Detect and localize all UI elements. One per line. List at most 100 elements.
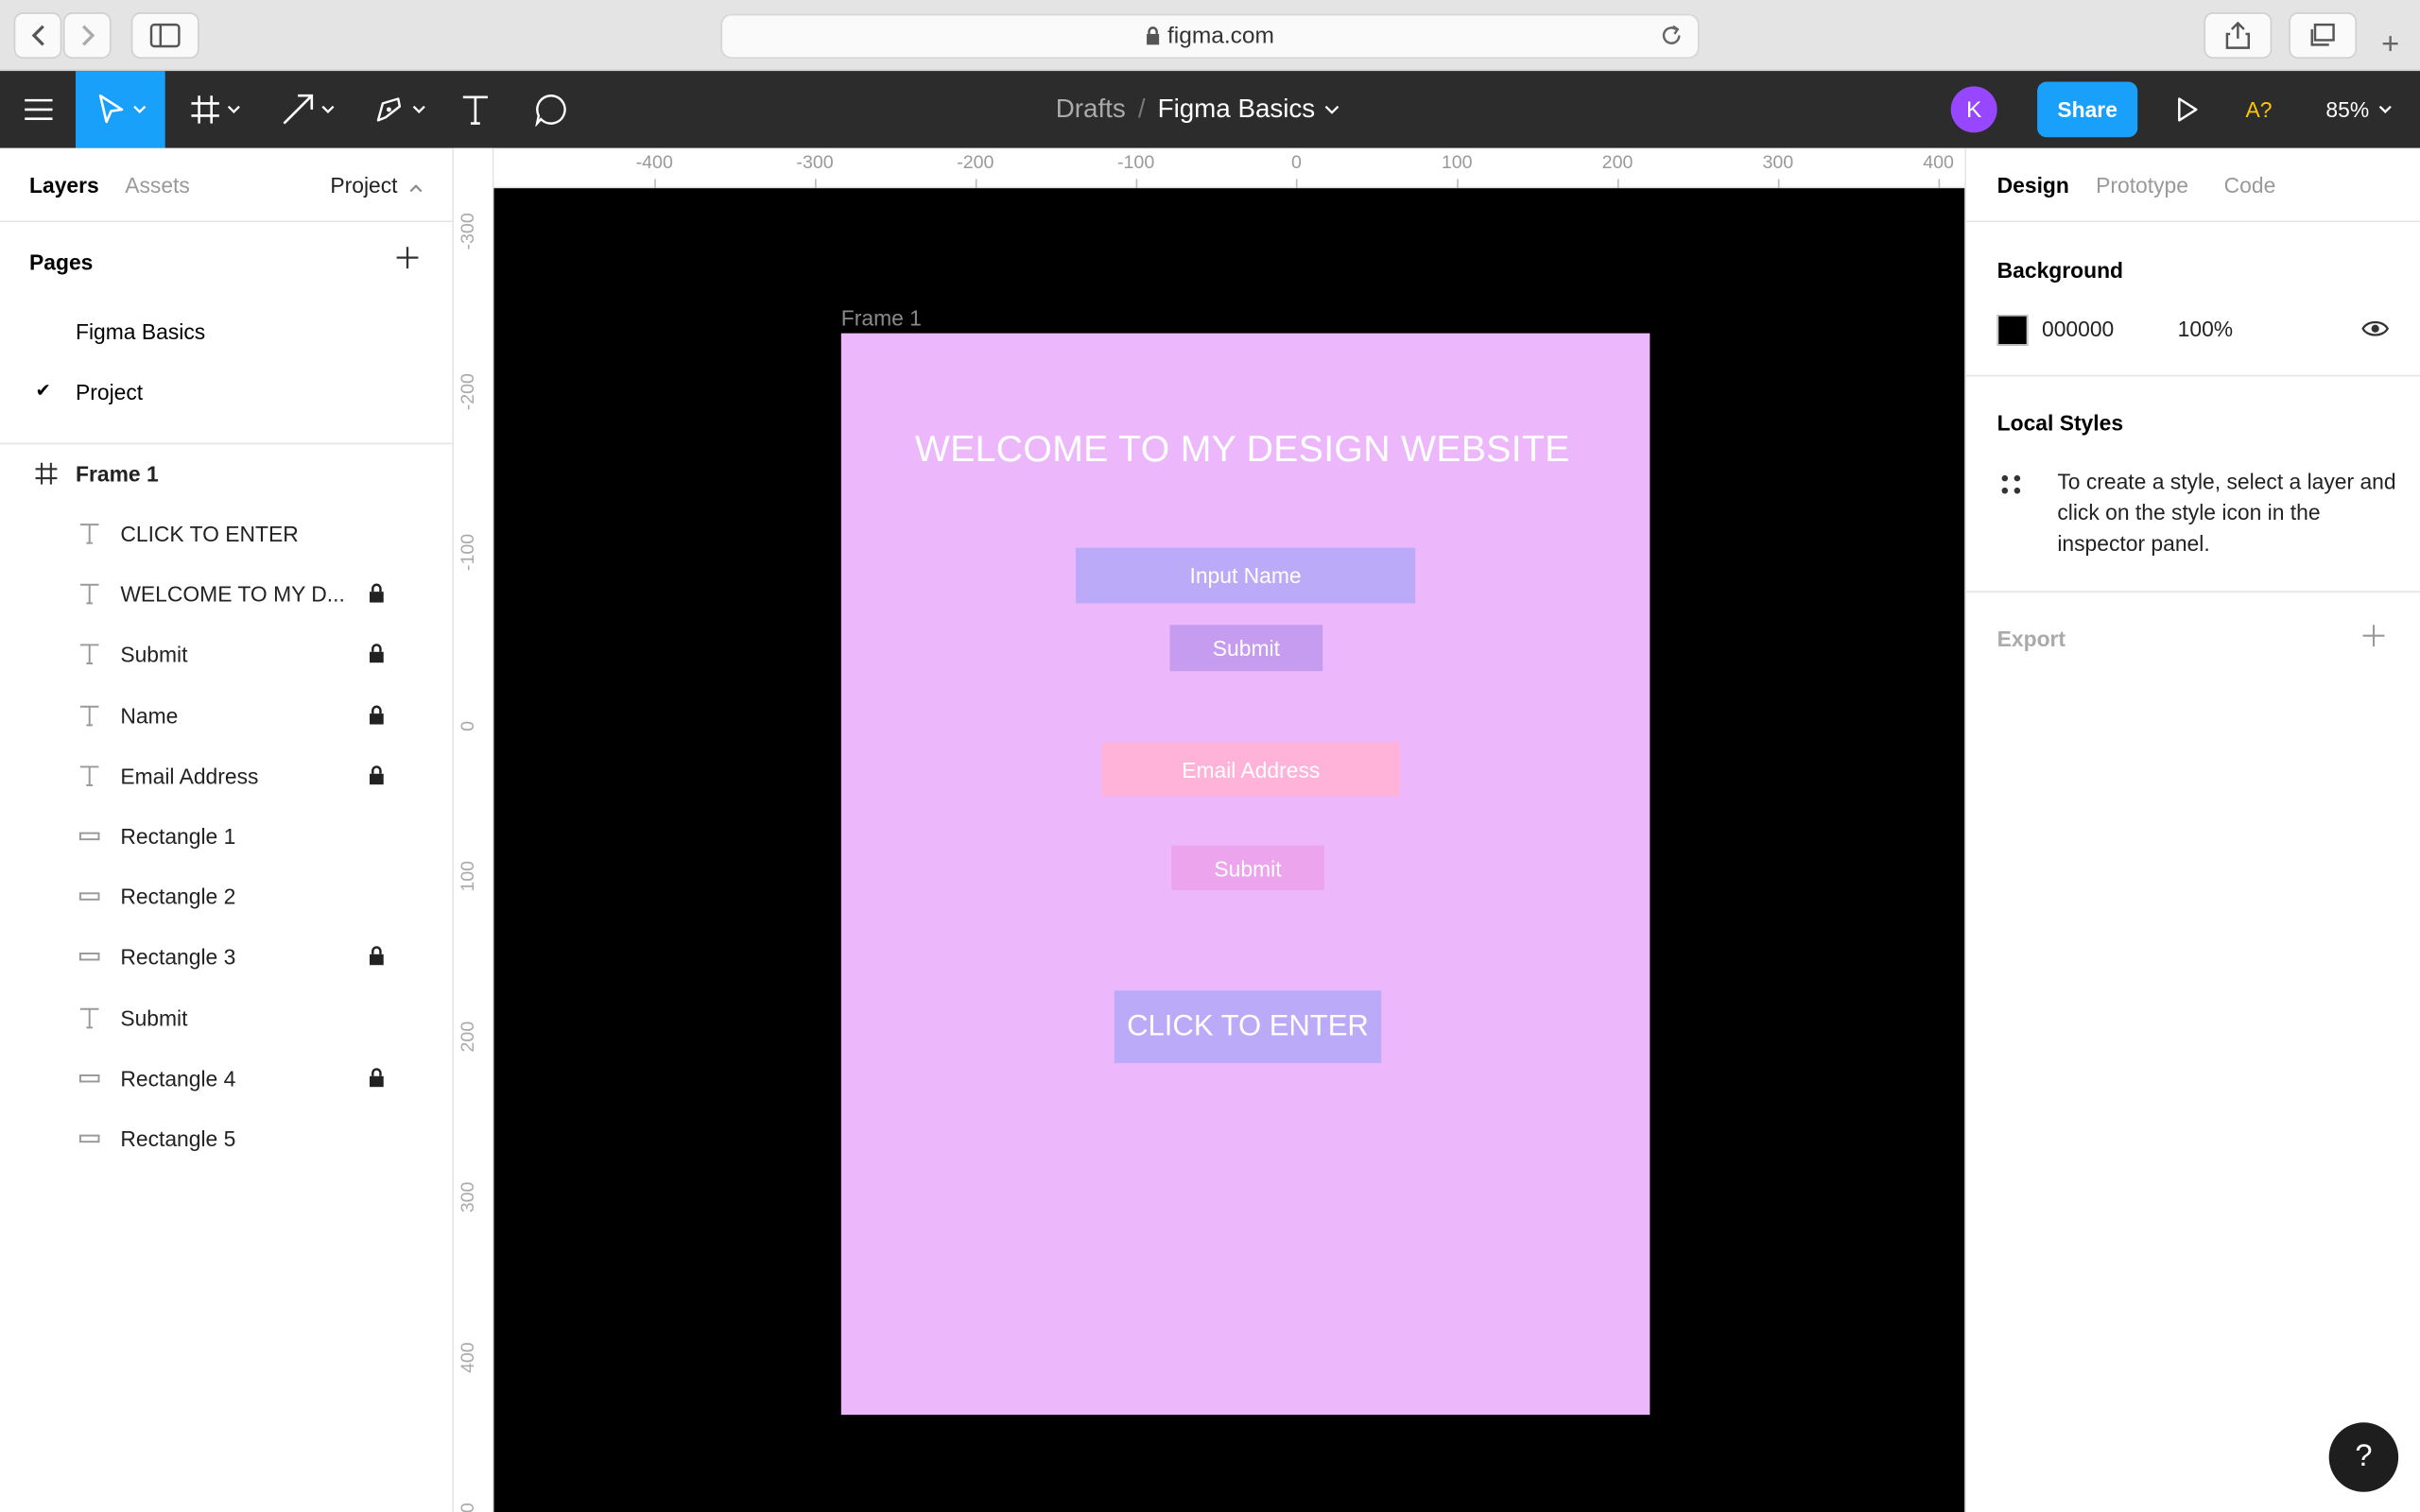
share-sheet-button[interactable] xyxy=(2204,12,2273,60)
main-menu-button[interactable] xyxy=(0,71,76,148)
layer-row[interactable]: Rectangle 4 xyxy=(0,1049,454,1109)
layer-row[interactable]: Rectangle 1 xyxy=(0,807,454,868)
sidebar-icon xyxy=(149,23,181,48)
add-export-icon[interactable] xyxy=(2361,624,2386,648)
ruler-tick-label: 200 xyxy=(457,1021,479,1053)
project-dropdown[interactable]: Project xyxy=(330,173,424,198)
tab-prototype[interactable]: Prototype xyxy=(2096,173,2188,198)
url-text: figma.com xyxy=(1167,23,1274,50)
background-color-swatch[interactable] xyxy=(1996,315,2029,346)
chevron-down-icon xyxy=(411,105,424,113)
layers-panel: Layers Assets Project Pages Figma Basics… xyxy=(0,147,455,1512)
layer-row[interactable]: CLICK TO ENTER xyxy=(0,505,454,565)
lock-icon[interactable] xyxy=(369,704,384,724)
local-styles-hint: To create a style, select a layer and cl… xyxy=(2057,469,2396,556)
zoom-value: 85% xyxy=(2325,96,2370,122)
vertical-ruler: -300 -200 -100 0 100 200 300 400 500 xyxy=(454,147,494,1512)
canvas[interactable]: Frame 1 WELCOME TO MY DESIGN WEBSITE Inp… xyxy=(493,188,1965,1512)
breadcrumb-drafts-link[interactable]: Drafts xyxy=(1056,94,1126,126)
input-name-box[interactable]: Input Name xyxy=(1075,547,1416,604)
email-address-box[interactable]: Email Address xyxy=(1101,742,1400,797)
lock-icon[interactable] xyxy=(369,765,384,784)
frame-tool-button[interactable] xyxy=(179,71,250,148)
file-name[interactable]: Figma Basics xyxy=(1158,94,1316,126)
tab-design[interactable]: Design xyxy=(1997,173,2069,198)
chevron-right-icon xyxy=(81,25,95,46)
browser-back-button[interactable] xyxy=(13,12,62,60)
new-tab-icon[interactable]: + xyxy=(2381,27,2399,63)
layer-row[interactable]: Rectangle 2 xyxy=(0,868,454,928)
welcome-heading[interactable]: WELCOME TO MY DESIGN WEBSITE xyxy=(841,429,1644,472)
lock-icon[interactable] xyxy=(369,946,384,966)
missing-fonts-indicator[interactable]: A? xyxy=(2246,71,2273,148)
click-to-enter-box[interactable]: CLICK TO ENTER xyxy=(1114,990,1382,1063)
browser-forward-button[interactable] xyxy=(62,12,112,60)
eye-icon[interactable] xyxy=(2361,318,2390,339)
lock-icon[interactable] xyxy=(369,644,384,663)
browser-toolbar: figma.com + xyxy=(0,0,2420,72)
layer-name: Rectangle 4 xyxy=(120,1065,236,1091)
present-button[interactable] xyxy=(2161,71,2214,148)
layer-row[interactable]: Rectangle 3 xyxy=(0,928,454,988)
layer-row[interactable]: WELCOME TO MY D... xyxy=(0,565,454,626)
background-hex-input[interactable]: 000000 xyxy=(2042,317,2114,341)
layer-name: CLICK TO ENTER xyxy=(120,521,299,546)
ruler-tick-label: -100 xyxy=(1117,151,1155,189)
ruler-tick-label: -200 xyxy=(957,151,994,189)
layer-name: Rectangle 1 xyxy=(120,823,236,849)
submit-box-2[interactable]: Submit xyxy=(1171,845,1324,891)
chevron-down-icon[interactable] xyxy=(1324,105,1340,114)
comment-tool-button[interactable] xyxy=(522,71,580,148)
help-button[interactable]: ? xyxy=(2328,1422,2399,1492)
ruler-tick-label: 300 xyxy=(457,1181,479,1213)
layer-frame-1[interactable]: Frame 1 xyxy=(0,444,454,505)
lock-icon[interactable] xyxy=(369,583,384,603)
shape-tool-button[interactable] xyxy=(268,71,346,148)
sidebar-toggle-button[interactable] xyxy=(130,12,199,60)
tab-layers[interactable]: Layers xyxy=(29,173,99,198)
page-item-project[interactable]: ✔ Project xyxy=(0,363,454,423)
frame-label[interactable]: Frame 1 xyxy=(841,305,922,330)
layer-row[interactable]: Rectangle 5 xyxy=(0,1109,454,1170)
page-item-figma-basics[interactable]: Figma Basics xyxy=(0,302,454,363)
background-opacity-input[interactable]: 100% xyxy=(2178,317,2233,341)
comment-icon xyxy=(535,94,566,127)
pen-tool-button[interactable] xyxy=(364,71,432,148)
layer-row[interactable]: Email Address xyxy=(0,747,454,807)
rectangle-layer-icon xyxy=(78,1134,100,1143)
text-tool-button[interactable] xyxy=(447,71,503,148)
pen-icon xyxy=(375,97,401,122)
tab-code[interactable]: Code xyxy=(2224,173,2276,198)
zoom-dropdown[interactable]: 85% xyxy=(2325,71,2392,148)
layer-row[interactable]: Name xyxy=(0,686,454,747)
ruler-tick-label: 0 xyxy=(457,720,479,731)
background-title: Background xyxy=(1996,257,2124,283)
reload-icon[interactable] xyxy=(1657,22,1685,49)
tabs-overview-button[interactable] xyxy=(2289,12,2358,60)
frame-1[interactable]: WELCOME TO MY DESIGN WEBSITE Input Name … xyxy=(840,333,1651,1416)
text-layer-icon xyxy=(79,584,99,605)
background-section: Background 000000 100% xyxy=(1966,222,2420,377)
url-field[interactable]: figma.com xyxy=(720,13,1700,60)
add-page-icon[interactable] xyxy=(393,244,421,271)
layer-name: Rectangle 3 xyxy=(120,944,236,970)
rectangle-layer-icon xyxy=(78,892,100,902)
ruler-tick-label: -300 xyxy=(457,213,479,250)
share-button[interactable]: Share xyxy=(2037,81,2138,138)
layer-name: Rectangle 5 xyxy=(120,1125,236,1151)
chevron-down-icon xyxy=(132,105,146,113)
checkmark-icon: ✔ xyxy=(35,379,51,402)
move-tool-button[interactable] xyxy=(76,71,165,148)
lock-icon[interactable] xyxy=(369,1067,384,1087)
rectangle-layer-icon xyxy=(78,832,100,841)
cursor-arrow-icon xyxy=(98,94,123,124)
layer-row[interactable]: Submit xyxy=(0,626,454,686)
layer-row[interactable]: Submit xyxy=(0,988,454,1049)
pages-section: Pages Figma Basics ✔ Project xyxy=(0,222,454,445)
local-styles-section: Local Styles To create a style, select a… xyxy=(1966,376,2420,593)
text-layer-icon xyxy=(79,524,99,544)
submit-box-1[interactable]: Submit xyxy=(1169,625,1323,672)
avatar[interactable]: K xyxy=(1950,86,1997,133)
ruler-tick-label: 200 xyxy=(1601,151,1634,189)
tab-assets[interactable]: Assets xyxy=(125,173,190,198)
